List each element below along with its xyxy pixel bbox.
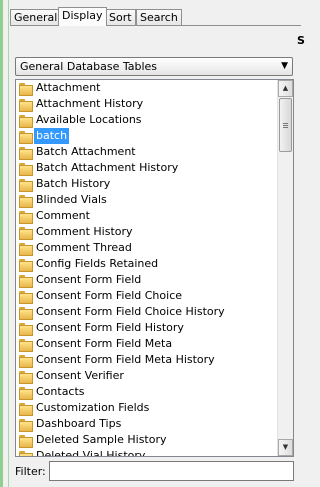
left-edge-accent	[0, 0, 3, 487]
folder-icon	[19, 387, 33, 400]
folder-icon	[19, 99, 33, 112]
list-item[interactable]: Available Locations	[16, 112, 279, 128]
tab-search[interactable]: Search	[136, 9, 182, 25]
list-item-label: Attachment History	[36, 97, 144, 110]
list-item[interactable]: Deleted Vial History	[16, 448, 279, 457]
list-item[interactable]: Consent Verifier	[16, 368, 279, 384]
folder-icon	[19, 195, 33, 208]
list-item[interactable]: Blinded Vials	[16, 192, 279, 208]
list-item-label: Customization Fields	[36, 401, 150, 414]
scroll-down-arrow-icon[interactable]: ▼	[278, 439, 293, 456]
grip-icon	[283, 123, 288, 124]
list-item-label: Batch Attachment History	[36, 161, 179, 174]
side-panel-letter: S	[297, 34, 305, 47]
list-item-label: Consent Form Field Choice	[36, 289, 183, 302]
list-item-label: Comment Thread	[36, 241, 132, 254]
list-item-label: Consent Form Field Choice History	[36, 305, 225, 318]
list-item[interactable]: Consent Form Field Meta	[16, 336, 279, 352]
tab-divider	[10, 25, 301, 26]
scrollbar-thumb[interactable]	[279, 98, 292, 152]
tab-sort[interactable]: Sort	[105, 9, 136, 25]
list-item-label: Attachment	[36, 81, 101, 94]
tab-general[interactable]: General	[10, 9, 62, 25]
folder-icon	[19, 147, 33, 160]
scroll-up-arrow-icon[interactable]: ▲	[278, 80, 293, 97]
table-list: Attachment Attachment History Available Lo…	[15, 79, 294, 457]
folder-icon	[19, 291, 33, 304]
list-item-label: Consent Form Field History	[36, 321, 184, 334]
list-item[interactable]: Comment Thread	[16, 240, 279, 256]
list-item[interactable]: batch	[16, 128, 279, 144]
folder-icon	[19, 227, 33, 240]
list-item[interactable]: Batch Attachment History	[16, 160, 279, 176]
folder-icon	[19, 275, 33, 288]
list-item[interactable]: Consent Form Field Choice History	[16, 304, 279, 320]
list-item[interactable]: Batch History	[16, 176, 279, 192]
folder-icon	[19, 403, 33, 416]
folder-icon	[19, 211, 33, 224]
list-item[interactable]: Consent Form Field History	[16, 320, 279, 336]
folder-icon	[19, 451, 33, 456]
list-item-label: Deleted Sample History	[36, 433, 167, 446]
list-item-label: Consent Form Field	[36, 273, 142, 286]
list-item[interactable]: Consent Form Field Meta History	[16, 352, 279, 368]
left-edge-line	[8, 0, 9, 487]
list-item[interactable]: Attachment History	[16, 96, 279, 112]
list-item-label: Deleted Vial History	[36, 449, 146, 457]
folder-icon	[19, 83, 33, 96]
list-item-label: Consent Form Field Meta	[36, 337, 173, 350]
list-item-label: Consent Form Field Meta History	[36, 353, 215, 366]
folder-icon	[19, 419, 33, 432]
list-item-label: Comment History	[36, 225, 133, 238]
folder-icon	[19, 131, 33, 144]
folder-icon	[19, 339, 33, 352]
list-item[interactable]: Config Fields Retained	[16, 256, 279, 272]
folder-icon	[19, 243, 33, 256]
list-item[interactable]: Consent Form Field Choice	[16, 288, 279, 304]
list-item-label: batch	[34, 128, 70, 144]
folder-icon	[19, 179, 33, 192]
folder-icon	[19, 307, 33, 320]
folder-icon	[19, 259, 33, 272]
list-item-label: Batch Attachment	[36, 145, 136, 158]
list-item-label: Config Fields Retained	[36, 257, 159, 270]
table-list-items: Attachment Attachment History Available Lo…	[16, 80, 279, 457]
list-item[interactable]: Deleted Sample History	[16, 432, 279, 448]
list-item[interactable]: Dashboard Tips	[16, 416, 279, 432]
filter-input[interactable]	[49, 461, 294, 481]
folder-icon	[19, 163, 33, 176]
table-category-dropdown[interactable]: General Database Tables ▼	[15, 57, 293, 76]
list-item-label: Dashboard Tips	[36, 417, 122, 430]
folder-icon	[19, 115, 33, 128]
folder-icon	[19, 371, 33, 384]
folder-icon	[19, 435, 33, 448]
list-item-label: Available Locations	[36, 113, 142, 126]
list-scrollbar[interactable]: ▲ ▼	[277, 80, 293, 456]
list-item[interactable]: Batch Attachment	[16, 144, 279, 160]
list-item-label: Comment	[36, 209, 90, 222]
list-item-label: Blinded Vials	[36, 193, 107, 206]
list-item-label: Consent Verifier	[36, 369, 124, 382]
folder-icon	[19, 323, 33, 336]
list-item[interactable]: Attachment	[16, 80, 279, 96]
list-item[interactable]: Consent Form Field	[16, 272, 279, 288]
filter-label: Filter:	[15, 465, 46, 478]
list-item[interactable]: Comment	[16, 208, 279, 224]
list-item[interactable]: Contacts	[16, 384, 279, 400]
list-item-label: Contacts	[36, 385, 85, 398]
list-item[interactable]: Comment History	[16, 224, 279, 240]
dropdown-selected-value: General Database Tables	[20, 60, 158, 73]
list-item[interactable]: Customization Fields	[16, 400, 279, 416]
tab-display[interactable]: Display	[58, 7, 107, 26]
folder-icon	[19, 355, 33, 368]
chevron-down-icon[interactable]: ▼	[281, 58, 288, 75]
list-item-label: Batch History	[36, 177, 111, 190]
